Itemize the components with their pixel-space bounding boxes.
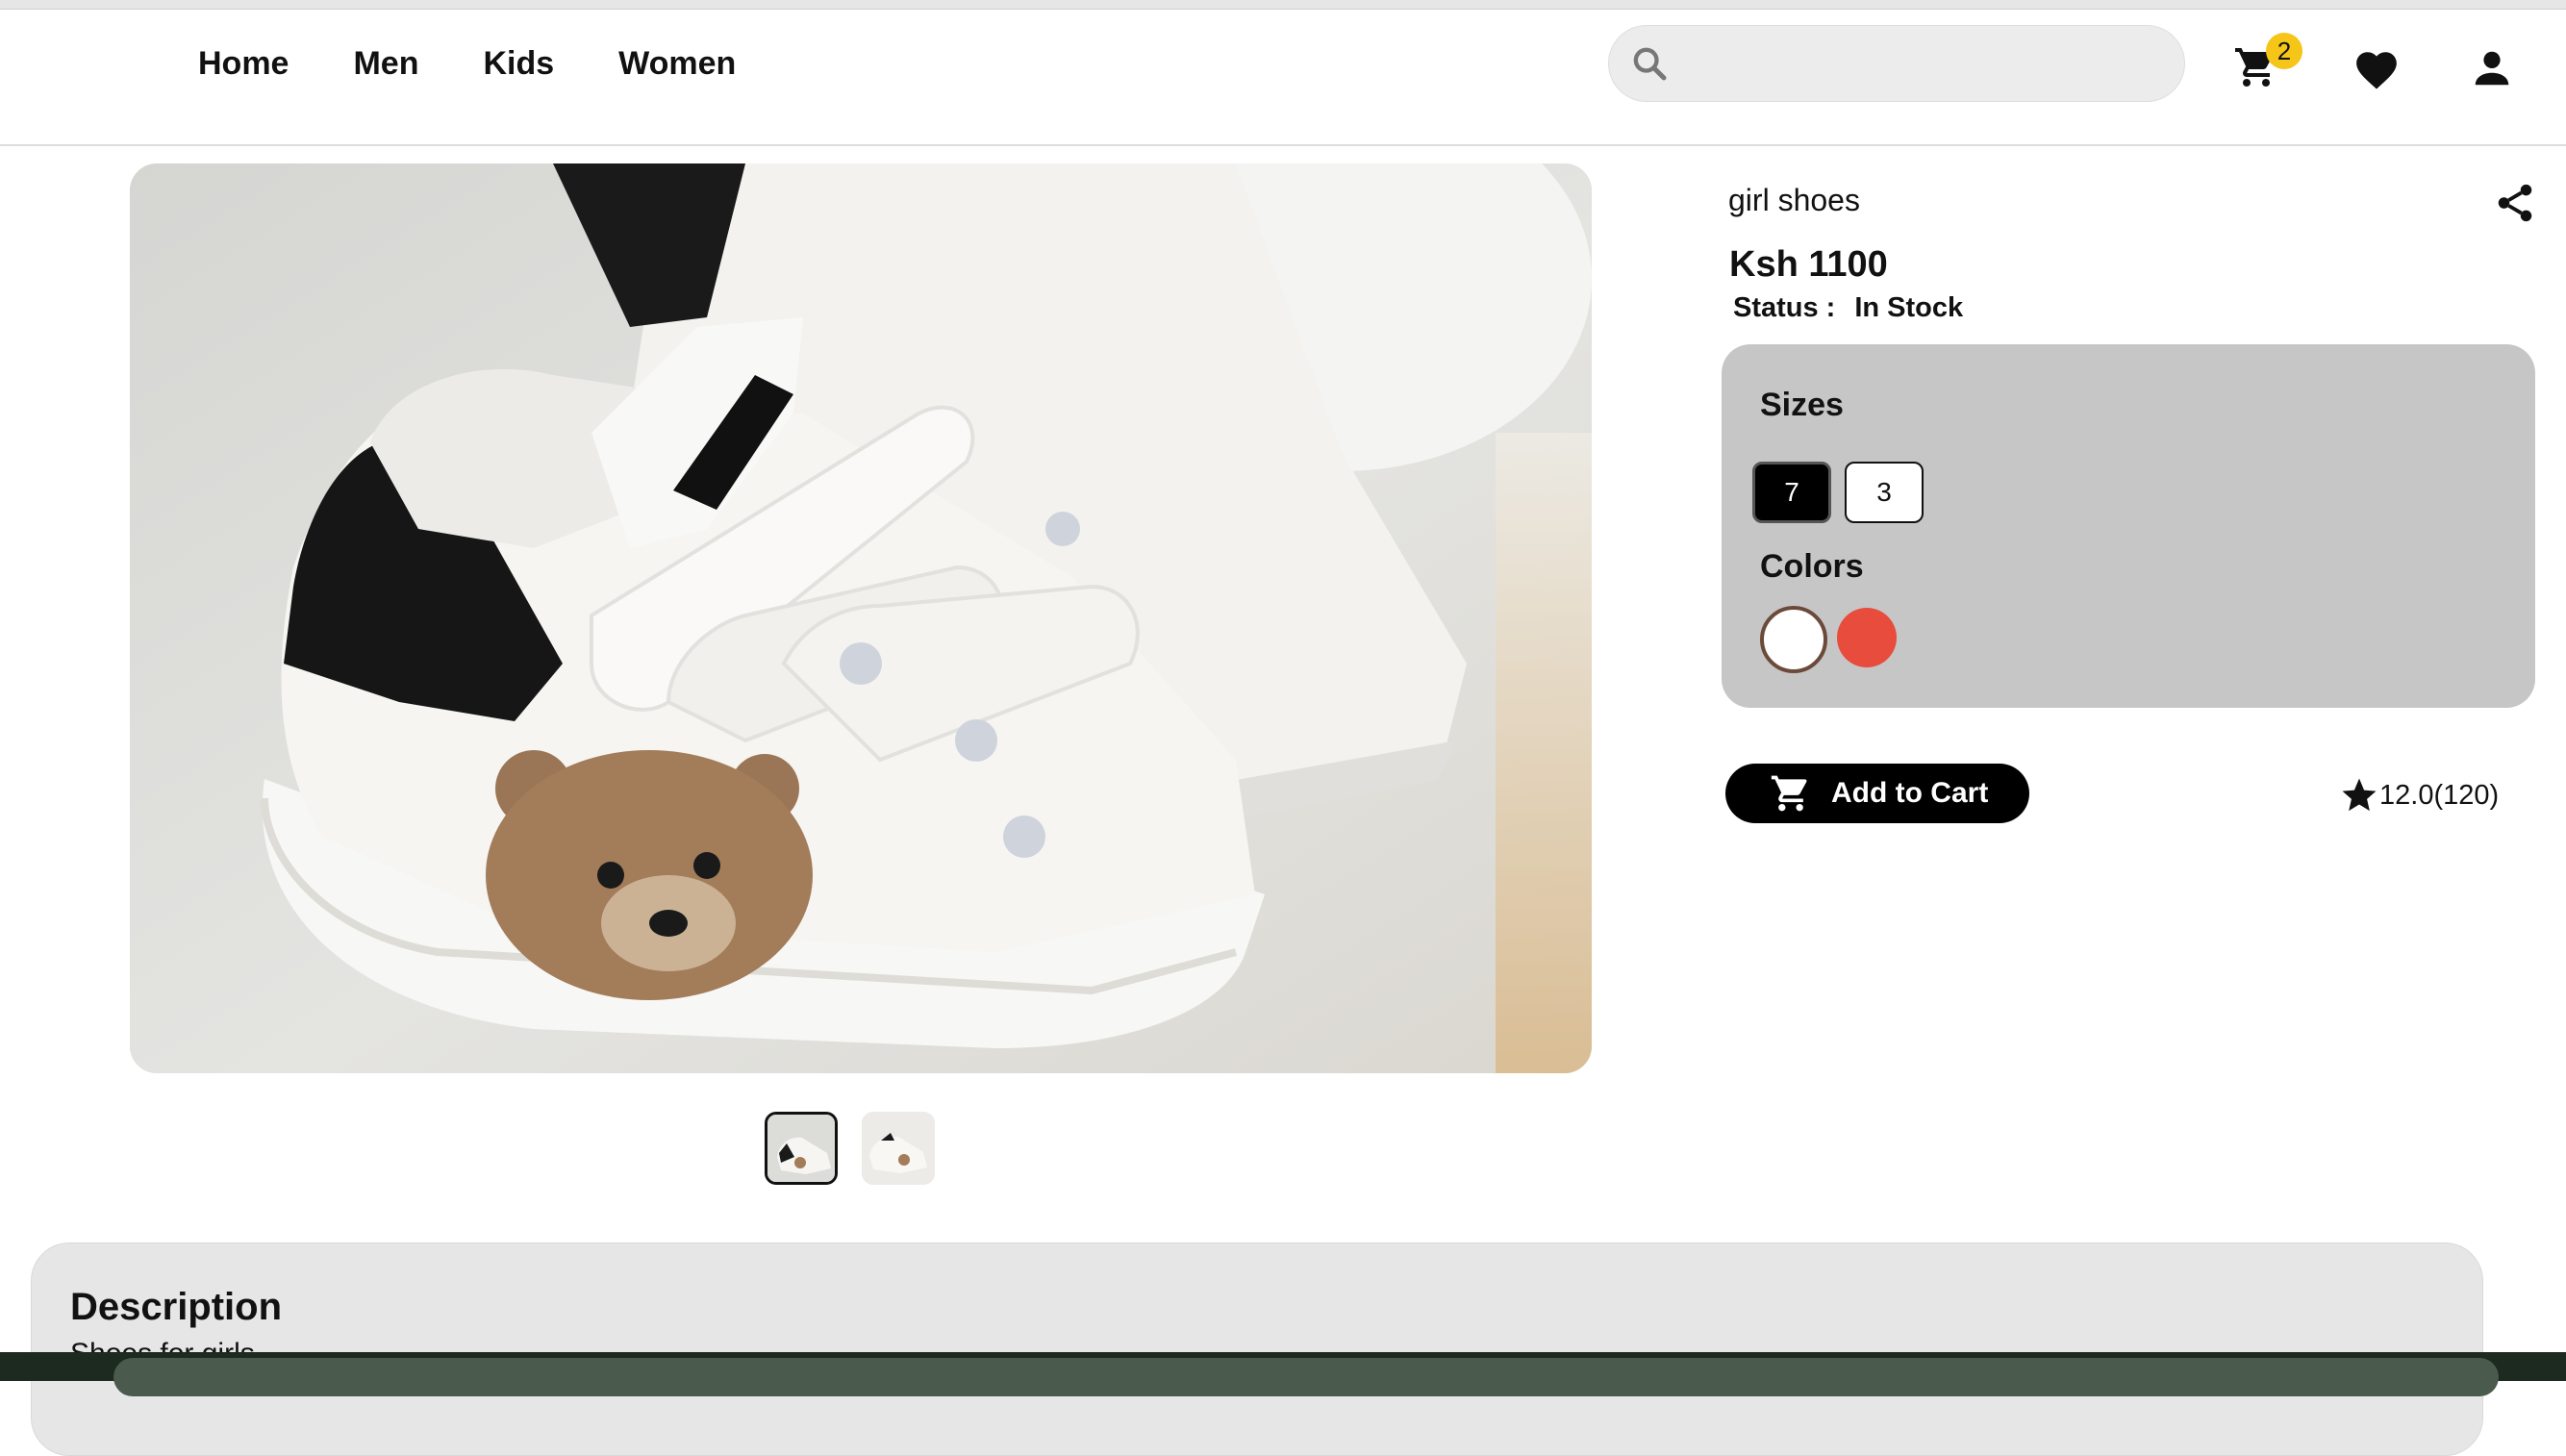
color-swatch-white[interactable]	[1760, 606, 1827, 673]
teddy-bear-patch	[486, 750, 813, 1000]
sizes-title: Sizes	[1760, 387, 1844, 423]
user-icon	[2475, 51, 2509, 86]
shoe-image	[130, 163, 1592, 1073]
nav-link-women[interactable]: Women	[618, 45, 736, 83]
colors-title: Colors	[1760, 548, 1864, 585]
cart-icon	[1771, 775, 1807, 812]
product-main-image[interactable]	[130, 163, 1592, 1073]
size-option-3[interactable]: 3	[1845, 462, 1924, 523]
rating-value: 12.0(120)	[2379, 779, 2500, 811]
status-value: In Stock	[1854, 292, 1964, 323]
options-panel: Sizes 7 3 Colors	[1722, 344, 2535, 708]
navbar: Home Men Kids Women 2	[0, 10, 2566, 146]
shoe-thumbnail-image	[862, 1112, 935, 1185]
share-icon	[2498, 184, 2532, 222]
wishlist-button[interactable]	[2352, 46, 2401, 99]
nav-link-kids[interactable]: Kids	[483, 45, 554, 83]
color-swatch-red[interactable]	[1837, 608, 1897, 667]
browser-top-edge	[0, 0, 2566, 10]
nav-links: Home Men Kids Women	[198, 10, 736, 117]
status-label: Status :	[1733, 292, 1836, 323]
shoe-thumbnail-image	[767, 1115, 835, 1182]
account-button[interactable]	[2470, 46, 2514, 95]
nav-link-men[interactable]: Men	[353, 45, 418, 83]
size-option-7[interactable]: 7	[1752, 462, 1831, 523]
share-button[interactable]	[2493, 181, 2537, 230]
thumbnail-2[interactable]	[862, 1112, 935, 1185]
heart-icon	[2356, 52, 2397, 89]
add-to-cart-label: Add to Cart	[1831, 777, 1989, 809]
product-name: girl shoes	[1728, 183, 1860, 217]
stock-status: Status : In Stock	[1733, 292, 1963, 324]
star-icon	[2342, 778, 2377, 812]
search-icon	[1633, 47, 1667, 81]
os-dock	[113, 1358, 2499, 1396]
cart-count-badge: 2	[2266, 33, 2302, 69]
search-bar[interactable]	[1608, 25, 2185, 102]
description-panel: Description Shoes for girls	[31, 1243, 2483, 1456]
product-rating: 12.0(120)	[2339, 775, 2499, 816]
search-input[interactable]	[1682, 46, 2167, 81]
nav-link-home[interactable]: Home	[198, 45, 289, 83]
cart-button[interactable]: 2	[2233, 33, 2302, 98]
thumbnail-1[interactable]	[765, 1112, 838, 1185]
description-title: Description	[70, 1286, 283, 1328]
product-price: Ksh 1100	[1729, 244, 1888, 285]
add-to-cart-button[interactable]: Add to Cart	[1725, 764, 2029, 823]
